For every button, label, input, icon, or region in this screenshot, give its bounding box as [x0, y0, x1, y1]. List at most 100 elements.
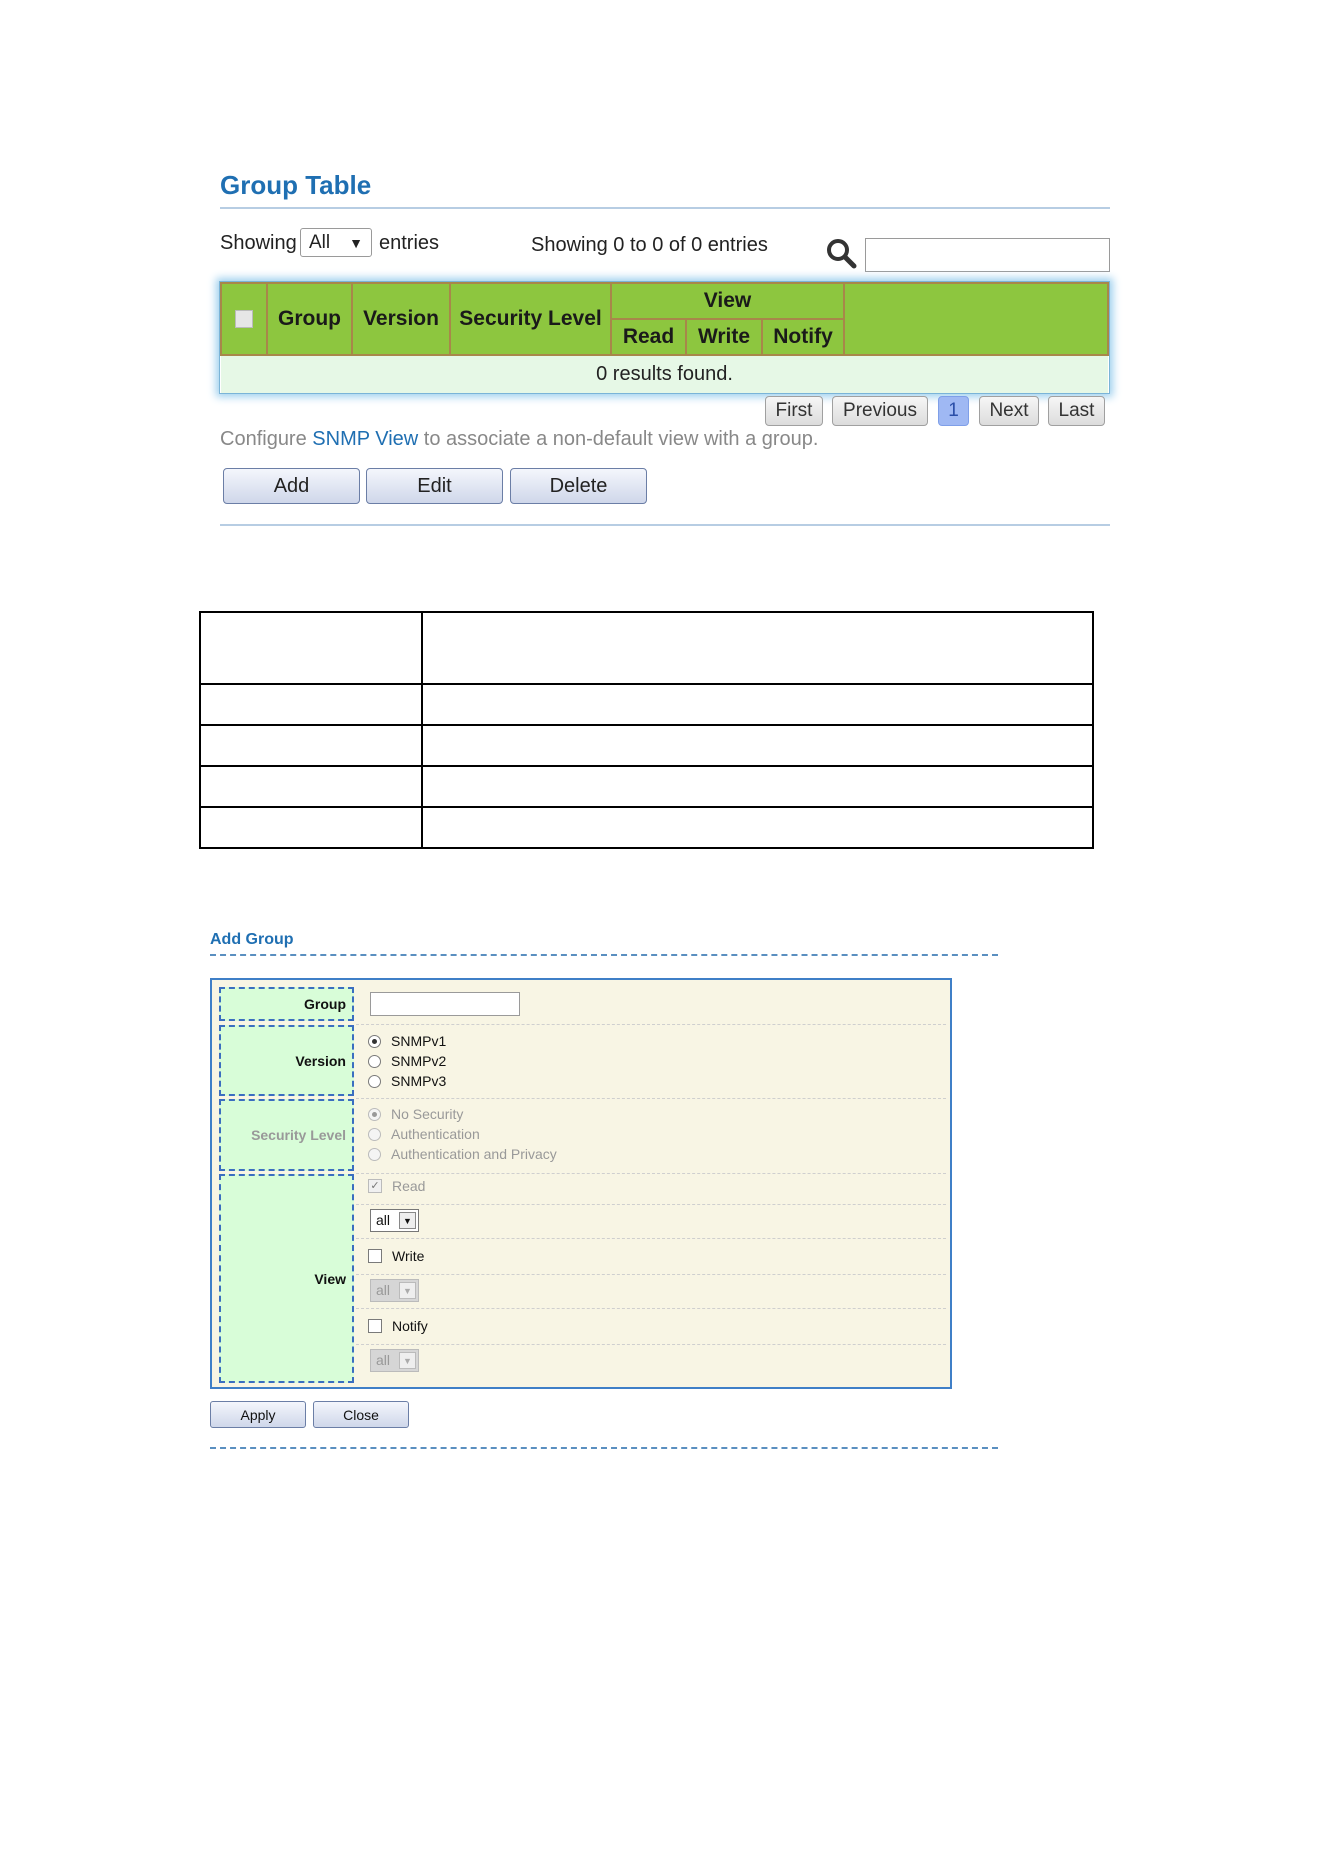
view-field-label: View — [219, 1174, 354, 1383]
add-group-title: Add Group — [210, 931, 294, 948]
radio-icon[interactable] — [368, 1074, 381, 1088]
entries-label: entries — [379, 232, 440, 254]
column-header-security-level[interactable]: Security Level — [449, 282, 612, 356]
checkbox-icon[interactable] — [368, 1249, 382, 1263]
edit-button[interactable]: Edit — [366, 468, 503, 504]
row-divider — [356, 1344, 946, 1345]
desc-cell — [199, 611, 423, 685]
column-header-read[interactable]: Read — [610, 318, 687, 356]
read-view-value: all — [376, 1212, 391, 1228]
group-field-label: Group — [219, 987, 354, 1021]
column-header-blank — [843, 282, 1109, 356]
add-group-divider — [210, 954, 998, 956]
snmp-view-note: Configure SNMP View to associate a non-d… — [220, 428, 818, 451]
search-icon[interactable] — [824, 236, 858, 270]
desc-cell — [199, 683, 423, 726]
security-option-no-security[interactable]: No Security — [368, 1106, 463, 1122]
desc-cell — [421, 806, 1094, 849]
checkbox-icon[interactable] — [368, 1319, 382, 1333]
write-view-value: all — [376, 1282, 391, 1298]
title-divider — [220, 207, 1110, 209]
security-option-label: Authentication — [391, 1126, 480, 1142]
dropdown-arrow-icon: ▼ — [349, 235, 363, 251]
read-view-select[interactable]: all ▼ — [370, 1209, 419, 1232]
security-option-auth-privacy[interactable]: Authentication and Privacy — [368, 1146, 557, 1162]
radio-icon[interactable] — [368, 1127, 381, 1141]
column-header-version[interactable]: Version — [351, 282, 451, 356]
row-divider — [356, 1308, 946, 1309]
notify-label: Notify — [392, 1318, 428, 1334]
group-table: Group Version Security Level View Read W… — [219, 281, 1110, 394]
description-table — [199, 611, 1094, 849]
entries-info: Showing 0 to 0 of 0 entries — [531, 234, 768, 256]
column-header-notify[interactable]: Notify — [761, 318, 845, 356]
version-option-label: SNMPv2 — [391, 1053, 447, 1069]
group-name-input[interactable] — [370, 992, 520, 1016]
column-header-group[interactable]: Group — [266, 282, 353, 356]
row-divider — [356, 1204, 946, 1205]
write-checkbox-row[interactable]: Write — [368, 1248, 424, 1264]
desc-cell — [199, 765, 423, 808]
pagination-first-button[interactable]: First — [765, 396, 823, 426]
column-header-view: View — [610, 282, 845, 320]
note-prefix: Configure — [220, 428, 313, 450]
version-option-snmpv1[interactable]: SNMPv1 — [368, 1033, 446, 1049]
version-option-snmpv2[interactable]: SNMPv2 — [368, 1053, 446, 1069]
row-divider — [356, 1274, 946, 1275]
add-group-bottom-divider — [210, 1447, 998, 1449]
showing-label: Showing — [220, 232, 297, 254]
checkbox-checked-icon[interactable]: ✓ — [368, 1179, 382, 1193]
note-suffix: to associate a non-default view with a g… — [418, 428, 819, 450]
notify-checkbox-row[interactable]: Notify — [368, 1318, 428, 1334]
chevron-down-icon: ▼ — [399, 1212, 416, 1229]
security-option-label: No Security — [391, 1106, 464, 1122]
desc-cell — [199, 806, 423, 849]
notify-view-value: all — [376, 1352, 391, 1368]
version-option-snmpv3[interactable]: SNMPv3 — [368, 1073, 446, 1089]
apply-button[interactable]: Apply — [210, 1401, 306, 1428]
pagination-previous-button[interactable]: Previous — [832, 396, 928, 426]
pagination-page-1[interactable]: 1 — [938, 396, 969, 426]
radio-selected-icon[interactable] — [368, 1107, 381, 1121]
add-group-form: Group Version SNMPv1 SNMPv2 SNMPv3 Secur… — [210, 978, 952, 1389]
select-all-checkbox[interactable] — [235, 310, 253, 329]
desc-cell — [421, 611, 1094, 685]
version-option-label: SNMPv3 — [391, 1073, 447, 1089]
chevron-down-icon: ▼ — [399, 1352, 416, 1369]
close-button[interactable]: Close — [313, 1401, 409, 1428]
chevron-down-icon: ▼ — [399, 1282, 416, 1299]
add-button[interactable]: Add — [223, 468, 360, 504]
desc-cell — [421, 683, 1094, 726]
column-header-write[interactable]: Write — [685, 318, 763, 356]
snmp-view-link[interactable]: SNMP View — [312, 428, 418, 450]
pagination-last-button[interactable]: Last — [1048, 396, 1105, 426]
radio-selected-icon[interactable] — [368, 1034, 381, 1048]
search-input[interactable] — [865, 238, 1110, 272]
read-checkbox-row[interactable]: ✓ Read — [368, 1178, 425, 1194]
row-divider — [356, 1173, 946, 1174]
pagination-next-button[interactable]: Next — [979, 396, 1039, 426]
read-label: Read — [392, 1178, 426, 1194]
section-divider — [220, 524, 1110, 526]
radio-icon[interactable] — [368, 1147, 381, 1161]
notify-view-select[interactable]: all ▼ — [370, 1349, 419, 1372]
radio-icon[interactable] — [368, 1054, 381, 1068]
page-size-select[interactable]: All ▼ — [300, 228, 372, 257]
security-option-label: Authentication and Privacy — [391, 1146, 557, 1162]
row-divider — [356, 1238, 946, 1239]
desc-cell — [421, 724, 1094, 767]
security-option-authentication[interactable]: Authentication — [368, 1126, 480, 1142]
security-level-field-label: Security Level — [219, 1099, 354, 1171]
version-field-label: Version — [219, 1025, 354, 1096]
delete-button[interactable]: Delete — [510, 468, 647, 504]
page-size-value: All — [309, 232, 331, 253]
version-option-label: SNMPv1 — [391, 1033, 447, 1049]
select-all-header — [220, 282, 268, 356]
empty-results-message: 0 results found. — [221, 355, 1108, 393]
row-divider — [356, 1098, 946, 1099]
desc-cell — [421, 765, 1094, 808]
write-view-select[interactable]: all ▼ — [370, 1279, 419, 1302]
row-divider — [356, 1024, 946, 1025]
write-label: Write — [392, 1248, 425, 1264]
desc-cell — [199, 724, 423, 767]
